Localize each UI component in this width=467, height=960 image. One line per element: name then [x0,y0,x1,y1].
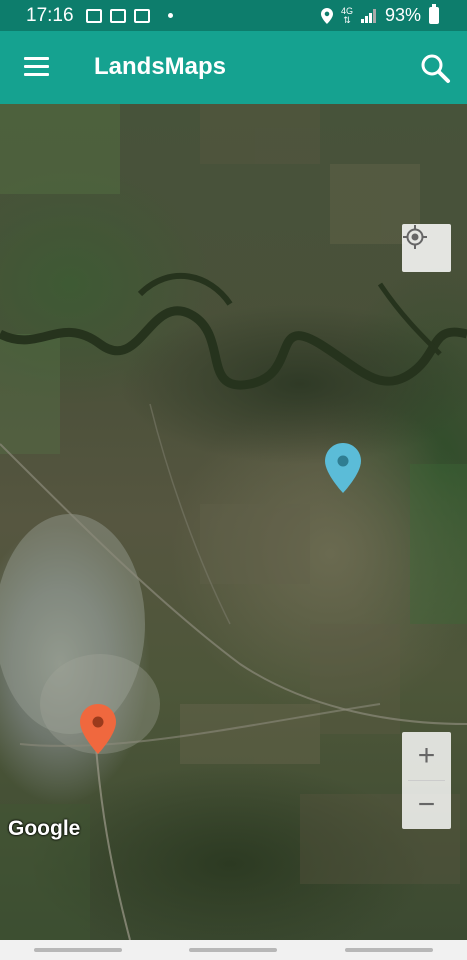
status-time: 17:16 [26,4,74,26]
location-icon [320,7,333,24]
app-notification-icon [109,8,126,23]
map-imagery [0,104,467,940]
notification-icons [85,8,173,23]
google-attribution: Google [8,817,81,840]
app-bar: LandsMaps [0,31,467,104]
zoom-in-button[interactable]: + [402,732,451,780]
crosshair-icon [403,225,427,249]
nav-recents-button[interactable] [33,948,122,952]
shopping-bag-icon [133,8,150,23]
my-location-button[interactable] [402,224,451,272]
zoom-controls: + − [402,732,451,829]
network-type: 4G ⇅ [340,5,353,25]
satellite-map[interactable]: + − Google [0,104,467,940]
search-icon[interactable] [419,52,451,84]
more-notifications-icon [167,13,173,18]
menu-icon [24,57,49,60]
status-bar: 17:16 4G ⇅ 93% [0,0,467,31]
app-title: LandsMaps [94,53,227,80]
battery-icon [429,4,439,24]
image-notification-icon [85,8,102,23]
battery-percent: 93% [384,5,421,25]
blue-marker[interactable] [325,443,361,493]
zoom-out-button[interactable]: − [402,781,451,829]
orange-marker[interactable] [80,704,116,754]
nav-home-button[interactable] [189,948,278,952]
status-right: 4G ⇅ 93% [320,0,439,31]
nav-back-button[interactable] [345,948,434,952]
signal-icon [360,8,376,23]
navigation-bar [0,940,467,960]
menu-button[interactable] [24,57,49,77]
